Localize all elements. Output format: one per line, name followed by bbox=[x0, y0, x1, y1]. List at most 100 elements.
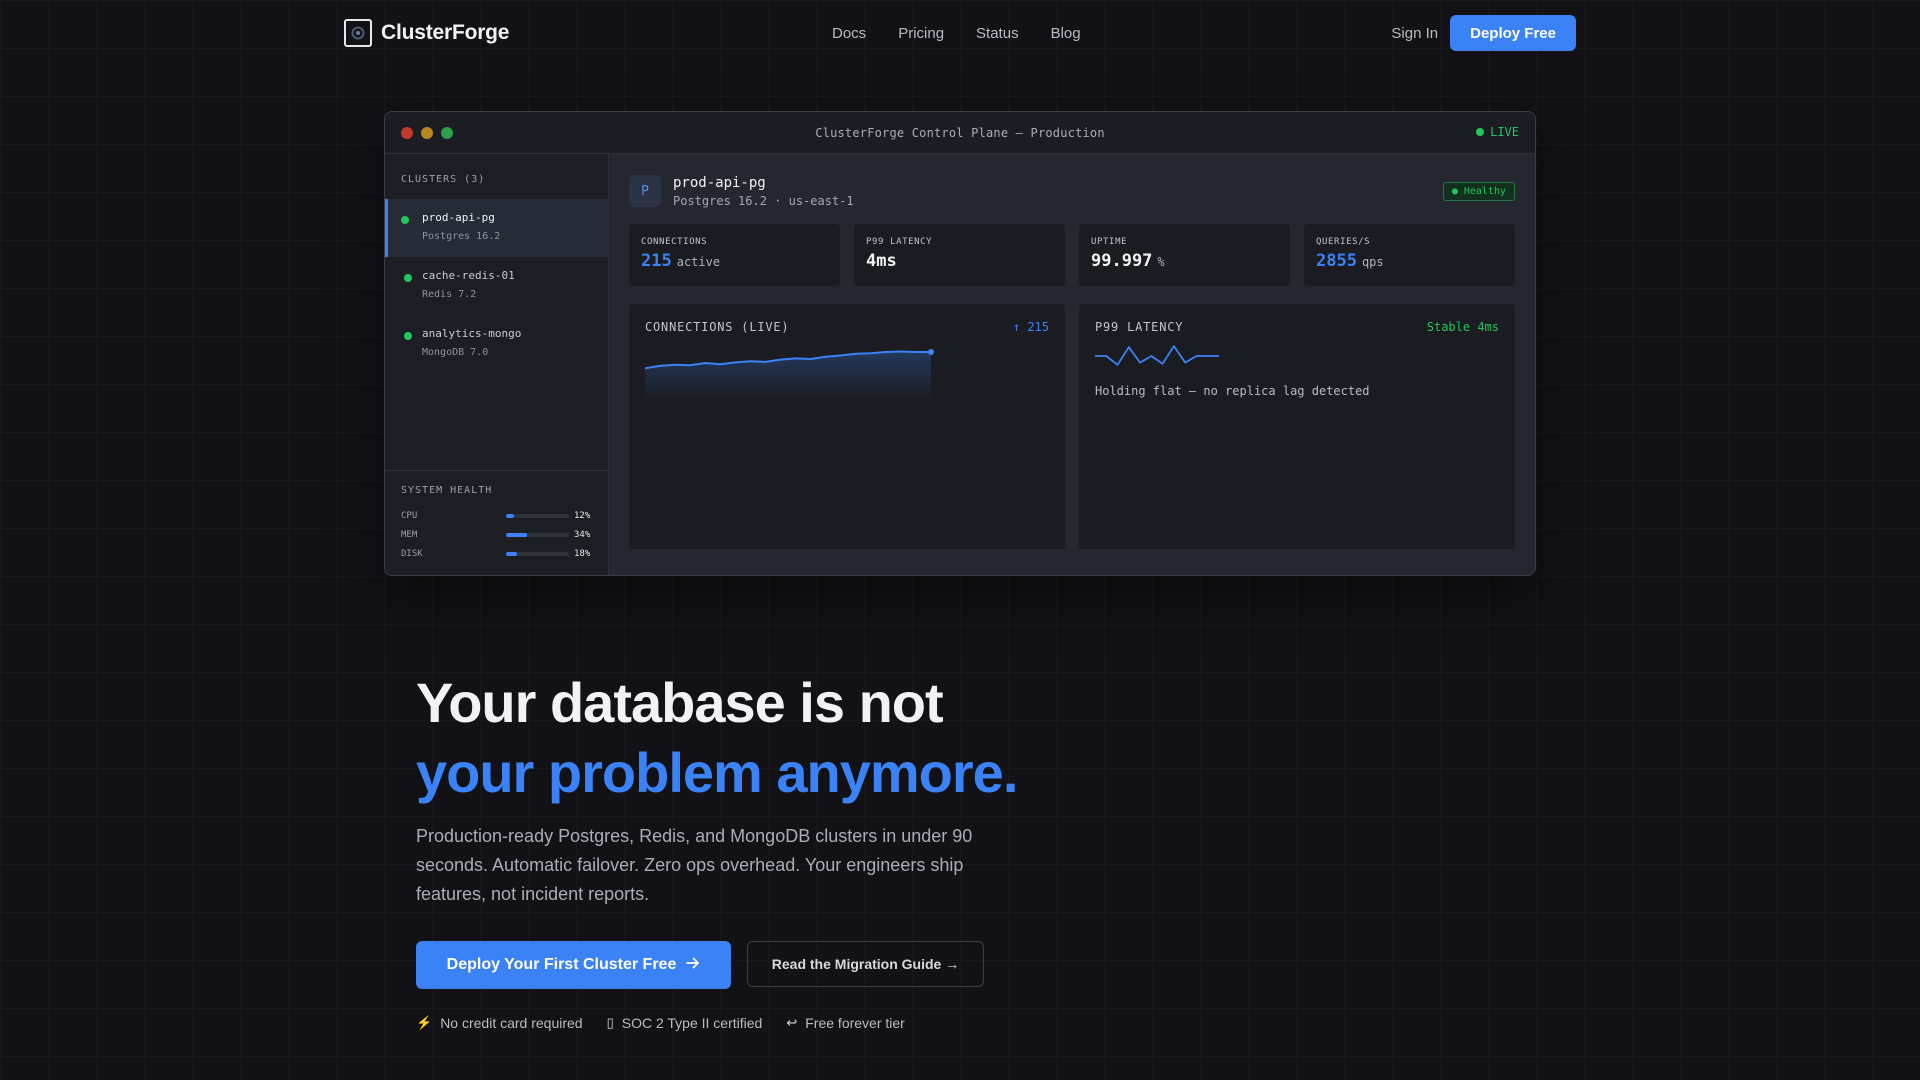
health-row-mem: MEM 34% bbox=[401, 525, 592, 544]
metric-queries-per-second: QUERIES/S 2855 qps bbox=[1304, 224, 1515, 286]
sign-in-link[interactable]: Sign In bbox=[1391, 25, 1438, 42]
health-label: CPU bbox=[401, 510, 418, 521]
connections-chart-card: CONNECTIONS (LIVE) ↑ 215 bbox=[629, 304, 1065, 549]
metric-unit: % bbox=[1157, 255, 1165, 269]
cluster-item-cache-redis-01[interactable]: cache-redis-01 Redis 7.2 bbox=[385, 257, 608, 315]
health-value: 18% bbox=[574, 548, 591, 559]
return-icon: ↩ bbox=[786, 1015, 798, 1030]
brand[interactable]: ClusterForge bbox=[344, 19, 509, 47]
cta-row: Deploy Your First Cluster Free Read the … bbox=[416, 941, 1316, 989]
cluster-name: analytics-mongo bbox=[422, 327, 522, 340]
latency-sparkline bbox=[1095, 345, 1219, 366]
nav-link-pricing[interactable]: Pricing bbox=[898, 25, 944, 42]
cluster-header: P prod-api-pg Postgres 16.2 · us-east-1 … bbox=[629, 174, 1515, 208]
window-controls bbox=[401, 127, 453, 139]
cluster-item-analytics-mongo[interactable]: analytics-mongo MongoDB 7.0 bbox=[385, 315, 608, 373]
nav-link-blog[interactable]: Blog bbox=[1051, 25, 1081, 42]
cluster-version: Redis 7.2 bbox=[422, 289, 477, 300]
maximize-window-dot[interactable] bbox=[441, 127, 453, 139]
cluster-version: Postgres 16.2 bbox=[422, 231, 501, 242]
metric-number: 215 bbox=[641, 251, 672, 271]
metric-value: 4ms bbox=[866, 251, 1053, 271]
health-row-disk: DISK 18% bbox=[401, 544, 592, 563]
window-body: CLUSTERS (3) prod-api-pg Postgres 16.2 c… bbox=[385, 154, 1535, 575]
health-value: 12% bbox=[574, 510, 591, 521]
deploy-free-button[interactable]: Deploy Free bbox=[1450, 15, 1576, 51]
hero-section: Your database is not your problem anymor… bbox=[416, 668, 1316, 1031]
metric-value: 215 active bbox=[641, 251, 828, 271]
window-titlebar: ClusterForge Control Plane — Production … bbox=[385, 112, 1535, 154]
clusters-heading: CLUSTERS (3) bbox=[401, 174, 486, 185]
nav-actions: Sign In Deploy Free bbox=[1391, 15, 1576, 51]
metric-label: CONNECTIONS bbox=[641, 237, 708, 247]
latency-note: Holding flat — no replica lag detected bbox=[1095, 384, 1370, 398]
nav-link-docs[interactable]: Docs bbox=[832, 25, 866, 42]
health-label: MEM bbox=[401, 529, 418, 540]
trust-text: Free forever tier bbox=[805, 1015, 905, 1031]
metric-number: 2855 bbox=[1316, 251, 1357, 271]
hero-heading-line1: Your database is not bbox=[416, 671, 944, 734]
metric-number: 4ms bbox=[866, 251, 897, 271]
metric-value: 2855 qps bbox=[1316, 251, 1503, 271]
postgres-icon: P bbox=[629, 175, 661, 207]
chart-title: P99 LATENCY bbox=[1095, 320, 1184, 334]
deploy-first-cluster-label: Deploy Your First Cluster Free bbox=[446, 956, 677, 973]
health-row-cpu: CPU 12% bbox=[401, 506, 592, 525]
brand-name: ClusterForge bbox=[381, 21, 510, 44]
system-health-title: SYSTEM HEALTH bbox=[401, 485, 493, 496]
cluster-version: MongoDB 7.0 bbox=[422, 347, 489, 358]
cluster-info: prod-api-pg Postgres 16.2 · us-east-1 bbox=[673, 175, 854, 208]
close-window-dot[interactable] bbox=[401, 127, 413, 139]
metric-p99-latency: P99 LATENCY 4ms bbox=[854, 224, 1065, 286]
shield-icon: ▯ bbox=[606, 1015, 614, 1030]
connections-sparkline bbox=[645, 349, 934, 400]
connections-current-point bbox=[928, 349, 934, 356]
trust-no-credit-card: ⚡ No credit card required bbox=[416, 1015, 583, 1031]
lightning-icon: ⚡ bbox=[416, 1015, 433, 1030]
cluster-subtitle: Postgres 16.2 · us-east-1 bbox=[673, 193, 854, 208]
hero-lead: Production-ready Postgres, Redis, and Mo… bbox=[416, 826, 973, 904]
status-dot-icon bbox=[404, 274, 412, 282]
live-dot-icon bbox=[1476, 128, 1485, 136]
system-health-panel: SYSTEM HEALTH CPU 12% MEM 34% DISK 18% bbox=[385, 470, 608, 575]
nav-links: Docs Pricing Status Blog bbox=[832, 14, 1081, 52]
clusters-sidebar: CLUSTERS (3) prod-api-pg Postgres 16.2 c… bbox=[385, 154, 609, 575]
control-plane-window: ClusterForge Control Plane — Production … bbox=[384, 111, 1536, 576]
cluster-detail: P prod-api-pg Postgres 16.2 · us-east-1 … bbox=[609, 154, 1535, 575]
trust-badges: ⚡ No credit card required ▯ SOC 2 Type I… bbox=[416, 1015, 1316, 1031]
top-nav: ClusterForge Docs Pricing Status Blog Si… bbox=[344, 14, 1576, 52]
cluster-item-prod-api-pg[interactable]: prod-api-pg Postgres 16.2 bbox=[385, 199, 608, 257]
cluster-name: prod-api-pg bbox=[422, 211, 495, 224]
metric-connections: CONNECTIONS 215 active bbox=[629, 224, 840, 286]
deploy-first-cluster-button[interactable]: Deploy Your First Cluster Free bbox=[416, 941, 731, 989]
minimize-window-dot[interactable] bbox=[421, 127, 433, 139]
status-dot-icon bbox=[404, 332, 412, 340]
latency-line bbox=[1095, 345, 1219, 366]
window-title: ClusterForge Control Plane — Production bbox=[815, 125, 1105, 140]
metric-unit: qps bbox=[1361, 255, 1384, 269]
metric-unit: active bbox=[676, 255, 721, 269]
metric-value: 99.997 % bbox=[1091, 251, 1278, 271]
metrics-row: CONNECTIONS 215 active P99 LATENCY 4ms U… bbox=[629, 224, 1515, 286]
chart-title: CONNECTIONS (LIVE) bbox=[645, 320, 790, 334]
trust-text: SOC 2 Type II certified bbox=[621, 1015, 763, 1031]
trust-free-tier: ↩ Free forever tier bbox=[786, 1015, 905, 1031]
trust-text: No credit card required bbox=[440, 1015, 583, 1031]
cluster-name: cache-redis-01 bbox=[422, 269, 515, 282]
metric-uptime: UPTIME 99.997 % bbox=[1079, 224, 1290, 286]
metric-label: UPTIME bbox=[1091, 237, 1128, 247]
nav-link-status[interactable]: Status bbox=[976, 25, 1019, 42]
status-badge: ● Healthy bbox=[1442, 182, 1515, 201]
logo-icon bbox=[344, 19, 372, 47]
chart-stat: Stable 4ms bbox=[1426, 320, 1499, 334]
health-bar-fill bbox=[506, 532, 528, 537]
health-value: 34% bbox=[574, 529, 591, 540]
latency-chart-card: P99 LATENCY Stable 4ms Holding flat — no… bbox=[1079, 304, 1515, 549]
arrow-right-icon bbox=[686, 956, 700, 974]
migration-guide-button[interactable]: Read the Migration Guide → bbox=[747, 941, 984, 987]
hero-heading-line2: your problem anymore. bbox=[416, 741, 1018, 804]
metric-number: 99.997 bbox=[1091, 251, 1153, 271]
chart-header: CONNECTIONS (LIVE) ↑ 215 bbox=[645, 320, 1049, 334]
live-label: LIVE bbox=[1490, 125, 1519, 139]
health-bar-fill bbox=[506, 551, 518, 556]
